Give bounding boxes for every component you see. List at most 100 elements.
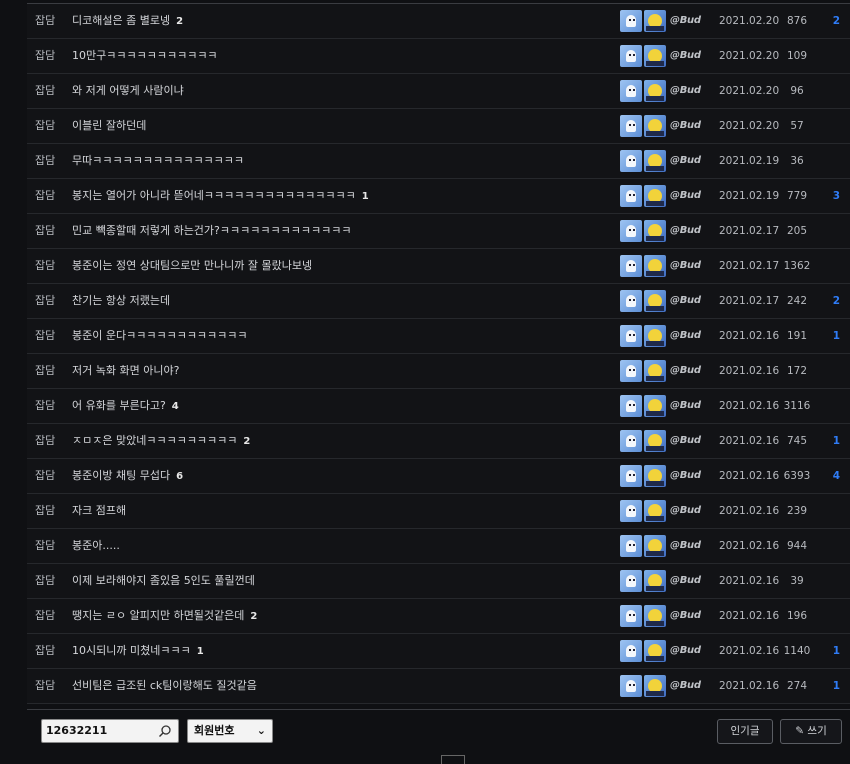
post-title[interactable]: 봉준이는 정연 상대팀으로만 만나니까 잘 몰랐나보넹 xyxy=(72,249,318,284)
post-category[interactable]: 잡담 xyxy=(35,354,55,388)
post-title-text[interactable]: 민교 빽종할때 저렇게 하는건가?ㅋㅋㅋㅋㅋㅋㅋㅋㅋㅋㅋㅋㅋ xyxy=(72,224,351,237)
author-info[interactable]: @Bud xyxy=(620,255,701,277)
author-info[interactable]: @Bud xyxy=(620,290,701,312)
post-title-text[interactable]: 선비팀은 급조된 ck팀이랑해도 질것같음 xyxy=(72,679,257,692)
post-category[interactable]: 잡담 xyxy=(35,634,55,668)
table-row[interactable]: 잡담 봉준아..... @Bud 2021.02.16 944 xyxy=(27,529,850,564)
post-category[interactable]: 잡담 xyxy=(35,144,55,178)
post-category[interactable]: 잡담 xyxy=(35,459,55,493)
post-category[interactable]: 잡담 xyxy=(35,39,55,73)
post-category[interactable]: 잡담 xyxy=(35,669,55,703)
table-row[interactable]: 잡담 자크 점프해 @Bud 2021.02.16 239 xyxy=(27,494,850,529)
author-info[interactable]: @Bud xyxy=(620,325,701,347)
table-row[interactable]: 잡담 와 저게 어떻게 사람이냐 @Bud 2021.02.20 96 xyxy=(27,74,850,109)
table-row[interactable]: 잡담 봉준이는 정연 상대팀으로만 만나니까 잘 몰랐나보넹 @Bud 2021.02… xyxy=(27,249,850,284)
post-title[interactable]: 찬기는 항상 저랬는데 xyxy=(72,284,176,319)
post-category[interactable]: 잡담 xyxy=(35,4,55,38)
author-nickname[interactable]: @Bud xyxy=(670,669,701,703)
post-title-text[interactable]: 와 저게 어떻게 사람이냐 xyxy=(72,84,184,97)
author-info[interactable]: @Bud xyxy=(620,150,701,172)
author-info[interactable]: @Bud xyxy=(620,185,701,207)
post-title-text[interactable]: 어 유화를 부른다고? xyxy=(72,399,166,412)
post-title[interactable]: 땡지는 ㄹㅇ 알피지만 하면될것같은데 2 xyxy=(72,599,257,634)
table-row[interactable]: 잡담 이제 보라해야지 좀있음 5인도 풀릴껀데 @Bud 2021.02.16 39 xyxy=(27,564,850,599)
author-info[interactable]: @Bud xyxy=(620,465,701,487)
author-info[interactable]: @Bud xyxy=(620,500,701,522)
post-title[interactable]: 선비팀은 급조된 ck팀이랑해도 질것같음 xyxy=(72,669,263,704)
search-type-select[interactable]: 회원번호 ⌄ xyxy=(187,719,273,743)
author-info[interactable]: @Bud xyxy=(620,80,701,102)
post-title-text[interactable]: 자크 점프해 xyxy=(72,504,126,517)
post-title[interactable]: 무따ㅋㅋㅋㅋㅋㅋㅋㅋㅋㅋㅋㅋㅋㅋㅋ xyxy=(72,144,250,179)
author-info[interactable]: @Bud xyxy=(620,395,701,417)
table-row[interactable]: 잡담 찬기는 항상 저랬는데 @Bud 2021.02.17 242 2 xyxy=(27,284,850,319)
post-title-text[interactable]: 봉준아..... xyxy=(72,539,120,552)
post-title[interactable]: 자크 점프해 xyxy=(72,494,132,529)
author-nickname[interactable]: @Bud xyxy=(670,599,701,633)
author-nickname[interactable]: @Bud xyxy=(670,179,701,213)
post-title[interactable]: 10만구ㅋㅋㅋㅋㅋㅋㅋㅋㅋㅋㅋ xyxy=(72,39,224,74)
post-title[interactable]: 10시되니까 미쳤네ㅋㅋㅋ 1 xyxy=(72,634,204,669)
author-nickname[interactable]: @Bud xyxy=(670,39,701,73)
author-info[interactable]: @Bud xyxy=(620,535,701,557)
post-title-text[interactable]: 디코해설은 좀 별로넹 xyxy=(72,14,170,27)
author-info[interactable]: @Bud xyxy=(620,430,701,452)
author-info[interactable]: @Bud xyxy=(620,115,701,137)
table-row[interactable]: 잡담 봉지는 열어가 아니라 뜯어네ㅋㅋㅋㅋㅋㅋㅋㅋㅋㅋㅋㅋㅋㅋㅋ 1 @Bud 202… xyxy=(27,179,850,214)
author-nickname[interactable]: @Bud xyxy=(670,529,701,563)
post-category[interactable]: 잡담 xyxy=(35,214,55,248)
post-category[interactable]: 잡담 xyxy=(35,249,55,283)
post-title[interactable]: 봉준이방 채팅 무섭다 6 xyxy=(72,459,183,494)
post-category[interactable]: 잡담 xyxy=(35,74,55,108)
post-category[interactable]: 잡담 xyxy=(35,284,55,318)
table-row[interactable]: 잡담 이블린 잘하던데 @Bud 2021.02.20 57 xyxy=(27,109,850,144)
author-nickname[interactable]: @Bud xyxy=(670,354,701,388)
post-title[interactable]: 와 저게 어떻게 사람이냐 xyxy=(72,74,190,109)
post-title[interactable]: 이제 보라해야지 좀있음 5인도 풀릴껀데 xyxy=(72,564,261,599)
author-info[interactable]: @Bud xyxy=(620,220,701,242)
author-nickname[interactable]: @Bud xyxy=(670,109,701,143)
post-title[interactable]: 봉준아..... xyxy=(72,529,126,564)
popular-button[interactable]: 인기글 xyxy=(717,719,773,744)
table-row[interactable]: 잡담 민교 빽종할때 저렇게 하는건가?ㅋㅋㅋㅋㅋㅋㅋㅋㅋㅋㅋㅋㅋ @Bud 2021… xyxy=(27,214,850,249)
post-title-text[interactable]: ㅈㅁㅈ은 맞았네ㅋㅋㅋㅋㅋㅋㅋㅋㅋ xyxy=(72,434,237,447)
author-info[interactable]: @Bud xyxy=(620,640,701,662)
post-category[interactable]: 잡담 xyxy=(35,109,55,143)
table-row[interactable]: 잡담 무따ㅋㅋㅋㅋㅋㅋㅋㅋㅋㅋㅋㅋㅋㅋㅋ @Bud 2021.02.19 36 xyxy=(27,144,850,179)
author-info[interactable]: @Bud xyxy=(620,605,701,627)
post-title[interactable]: 봉준이 운다ㅋㅋㅋㅋㅋㅋㅋㅋㅋㅋㅋㅋ xyxy=(72,319,254,354)
post-title[interactable]: 봉지는 열어가 아니라 뜯어네ㅋㅋㅋㅋㅋㅋㅋㅋㅋㅋㅋㅋㅋㅋㅋ 1 xyxy=(72,179,369,214)
post-title-text[interactable]: 봉준이 운다ㅋㅋㅋㅋㅋㅋㅋㅋㅋㅋㅋㅋ xyxy=(72,329,248,342)
author-info[interactable]: @Bud xyxy=(620,45,701,67)
author-nickname[interactable]: @Bud xyxy=(670,284,701,318)
post-title[interactable]: 민교 빽종할때 저렇게 하는건가?ㅋㅋㅋㅋㅋㅋㅋㅋㅋㅋㅋㅋㅋ xyxy=(72,214,357,249)
author-info[interactable]: @Bud xyxy=(620,360,701,382)
post-category[interactable]: 잡담 xyxy=(35,494,55,528)
post-title[interactable]: ㅈㅁㅈ은 맞았네ㅋㅋㅋㅋㅋㅋㅋㅋㅋ 2 xyxy=(72,424,250,459)
post-title-text[interactable]: 10시되니까 미쳤네ㅋㅋㅋ xyxy=(72,644,191,657)
author-nickname[interactable]: @Bud xyxy=(670,249,701,283)
author-nickname[interactable]: @Bud xyxy=(670,214,701,248)
post-title-text[interactable]: 땡지는 ㄹㅇ 알피지만 하면될것같은데 xyxy=(72,609,244,622)
table-row[interactable]: 잡담 봉준이 운다ㅋㅋㅋㅋㅋㅋㅋㅋㅋㅋㅋㅋ @Bud 2021.02.16 191 1 xyxy=(27,319,850,354)
author-nickname[interactable]: @Bud xyxy=(670,74,701,108)
table-row[interactable]: 잡담 땡지는 ㄹㅇ 알피지만 하면될것같은데 2 @Bud 2021.02.16 196 xyxy=(27,599,850,634)
post-category[interactable]: 잡담 xyxy=(35,389,55,423)
post-title-text[interactable]: 봉준이방 채팅 무섭다 xyxy=(72,469,170,482)
author-nickname[interactable]: @Bud xyxy=(670,634,701,668)
write-button[interactable]: ✎ 쓰기 xyxy=(780,719,842,744)
author-nickname[interactable]: @Bud xyxy=(670,389,701,423)
post-title[interactable]: 이블린 잘하던데 xyxy=(72,109,152,144)
author-nickname[interactable]: @Bud xyxy=(670,4,701,38)
post-category[interactable]: 잡담 xyxy=(35,424,55,458)
table-row[interactable]: 잡담 10시되니까 미쳤네ㅋㅋㅋ 1 @Bud 2021.02.16 1140 1 xyxy=(27,634,850,669)
post-title-text[interactable]: 10만구ㅋㅋㅋㅋㅋㅋㅋㅋㅋㅋㅋ xyxy=(72,49,218,62)
table-row[interactable]: 잡담 저거 녹화 화면 아니야? @Bud 2021.02.16 172 xyxy=(27,354,850,389)
post-title-text[interactable]: 저거 녹화 화면 아니야? xyxy=(72,364,179,377)
post-title[interactable]: 저거 녹화 화면 아니야? xyxy=(72,354,185,389)
author-info[interactable]: @Bud xyxy=(620,675,701,697)
table-row[interactable]: 잡담 ㅈㅁㅈ은 맞았네ㅋㅋㅋㅋㅋㅋㅋㅋㅋ 2 @Bud 2021.02.16 745 1 xyxy=(27,424,850,459)
author-nickname[interactable]: @Bud xyxy=(670,494,701,528)
search-icon[interactable] xyxy=(158,724,172,738)
post-title-text[interactable]: 이블린 잘하던데 xyxy=(72,119,146,132)
